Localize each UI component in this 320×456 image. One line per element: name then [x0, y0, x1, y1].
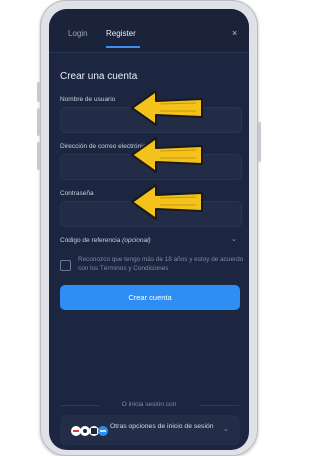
page-title: Crear una cuenta — [60, 71, 138, 82]
arrow-pointer-icon — [131, 184, 203, 220]
phone-frame: Login Register × Crear una cuenta Nombre… — [37, 0, 261, 456]
tab-login[interactable]: Login — [68, 29, 88, 38]
power-button — [258, 122, 261, 162]
provider-logos-icon — [71, 426, 108, 436]
referral-code-toggle[interactable]: Código de referencia (opcional) — [60, 237, 151, 244]
chevron-down-icon[interactable]: ⌄ — [231, 235, 237, 243]
create-account-button[interactable]: Crear cuenta — [60, 285, 240, 310]
referral-label: Código de referencia — [60, 237, 121, 244]
password-label: Contraseña — [60, 190, 94, 197]
tab-register[interactable]: Register — [106, 29, 136, 38]
age-terms-checkbox[interactable] — [60, 260, 71, 271]
close-icon[interactable]: × — [232, 29, 237, 38]
tab-active-indicator — [106, 46, 140, 48]
arrow-pointer-icon — [131, 137, 203, 173]
divider-right — [199, 405, 239, 406]
tab-bar: Login Register × — [49, 9, 249, 53]
volume-down-button — [37, 108, 40, 136]
other-login-label: Otras opciones de inicio de sesión — [110, 423, 214, 430]
screen: Login Register × Crear una cuenta Nombre… — [49, 9, 249, 450]
other-login-options[interactable]: Otras opciones de inicio de sesión ⌄ — [60, 415, 240, 445]
username-label: Nombre de usuario — [60, 96, 116, 103]
referral-optional: (opcional) — [122, 237, 151, 244]
terms-text: Reconozco que tengo más de 18 años y est… — [78, 256, 244, 272]
volume-up-button — [37, 82, 40, 102]
arrow-pointer-icon — [131, 90, 203, 126]
mute-switch — [37, 142, 40, 170]
chevron-down-icon: ⌄ — [223, 426, 229, 433]
